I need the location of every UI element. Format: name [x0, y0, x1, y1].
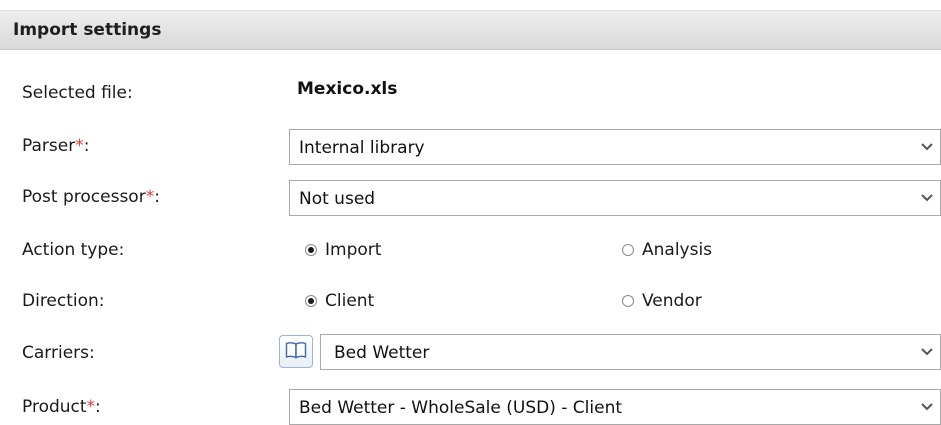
radio-label: Client: [325, 291, 375, 311]
chevron-down-icon[interactable]: [914, 390, 940, 424]
radio-unchecked-icon[interactable]: [622, 295, 634, 307]
section-header: Import settings: [0, 10, 941, 50]
carrier-picker-button[interactable]: [279, 335, 313, 368]
product-label: Product*:: [22, 397, 101, 417]
parser-select[interactable]: Internal library: [289, 129, 941, 165]
product-select-value: Bed Wetter - WholeSale (USD) - Client: [299, 398, 623, 418]
carriers-label: Carriers:: [22, 343, 95, 363]
radio-label: Vendor: [642, 291, 702, 311]
chevron-down-icon[interactable]: [914, 181, 940, 215]
book-icon: [285, 341, 307, 363]
post-processor-select-value: Not used: [299, 189, 376, 209]
section-title: Import settings: [13, 20, 162, 40]
radio-label: Import: [325, 240, 382, 260]
post-processor-select[interactable]: Not used: [289, 180, 941, 216]
radio-checked-icon[interactable]: [305, 295, 317, 307]
parser-label: Parser*:: [22, 136, 90, 156]
action-type-label: Action type:: [22, 240, 125, 260]
radio-unchecked-icon[interactable]: [622, 244, 634, 256]
chevron-down-icon[interactable]: [914, 130, 940, 164]
required-marker: *: [75, 136, 84, 156]
radio-label: Analysis: [642, 240, 713, 260]
radio-checked-icon[interactable]: [305, 244, 317, 256]
carriers-select[interactable]: Bed Wetter: [320, 334, 941, 370]
parser-select-value: Internal library: [299, 138, 425, 158]
post-processor-label: Post processor*:: [22, 187, 160, 207]
direction-client-radio[interactable]: Client: [305, 291, 374, 311]
action-type-import-radio[interactable]: Import: [305, 240, 381, 260]
chevron-down-icon[interactable]: [914, 335, 940, 369]
required-marker: *: [145, 187, 155, 207]
direction-label: Direction:: [22, 291, 105, 311]
direction-vendor-radio[interactable]: Vendor: [622, 291, 702, 311]
carriers-select-value: Bed Wetter: [334, 343, 430, 363]
required-marker: *: [86, 397, 96, 417]
selected-file-value: Mexico.xls: [297, 79, 398, 99]
selected-file-label: Selected file:: [22, 83, 133, 103]
action-type-analysis-radio[interactable]: Analysis: [622, 240, 712, 260]
